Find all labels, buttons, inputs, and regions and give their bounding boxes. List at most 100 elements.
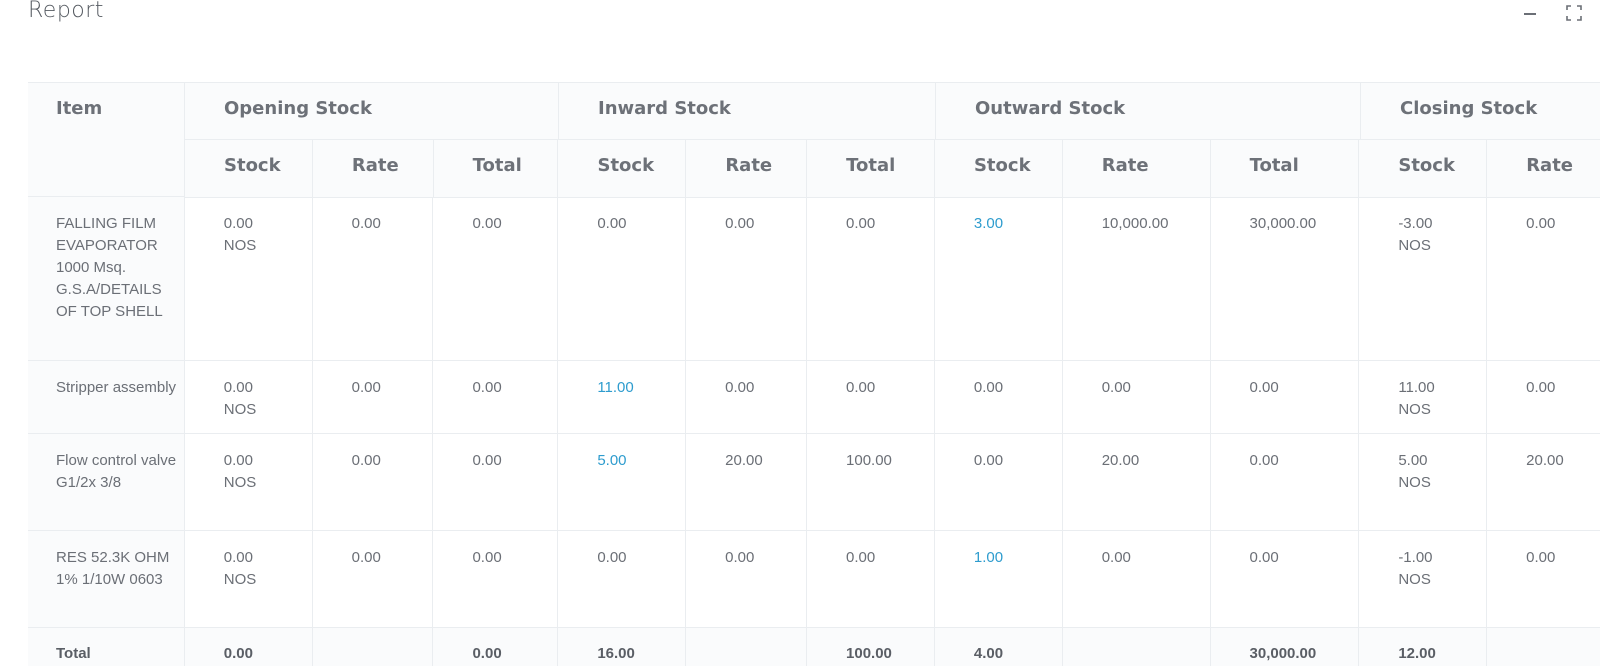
stock-value: 0.00 [223,452,253,469]
col-label: Rate [1101,155,1149,176]
stock-unit: NOS [223,571,257,588]
col-label: Total [1249,155,1299,176]
group-label: Inward Stock [598,98,731,119]
col-closing-rate[interactable]: Rate [1487,140,1600,197]
inward-rate-cell: 0.00 [686,361,808,433]
outward-stock-cell: 0.00 [935,361,1063,433]
totals-row: Total 0.00 0.00 16.00 100.00 4.00 30,000… [28,628,1600,666]
table-row[interactable]: FALLING FILM EVAPORATOR 1000 Msq. G.S.A/… [28,196,1600,361]
group-label: Opening Stock [224,98,372,119]
inward-stock-cell: 0.00 [558,197,687,360]
report-table: Item Opening Stock Inward Stock Outward … [28,82,1600,666]
inward-stock-cell: 5.00 [558,434,687,530]
closing-stock-cell: -3.00 NOS [1359,197,1488,360]
opening-rate-cell: 0.00 [313,197,434,360]
col-closing-stock[interactable]: Stock [1359,140,1488,197]
header-item: Item [28,83,185,196]
stock-unit: NOS [223,474,257,491]
stock-value: 11.00 [1398,379,1435,396]
closing-rate-cell: 0.00 [1487,361,1600,433]
stock-unit: NOS [1398,571,1431,588]
closing-rate-cell: 0.00 [1487,197,1600,360]
total-inward-rate [686,628,808,666]
item-name: Flow control valve G1/2x 3/8 [28,434,185,530]
report-table-viewport[interactable]: Item Opening Stock Inward Stock Outward … [28,82,1600,666]
inward-rate-cell: 0.00 [686,197,808,360]
opening-rate-cell: 0.00 [313,361,434,433]
col-label: Stock [597,155,655,176]
item-name: FALLING FILM EVAPORATOR 1000 Msq. G.S.A/… [28,197,185,360]
col-opening-total[interactable]: Total [434,140,559,197]
total-outward-total: 30,000.00 [1211,628,1360,666]
table-row[interactable]: Stripper assembly 0.00 NOS 0.00 0.00 11.0… [28,361,1600,434]
header-item-label: Item [56,98,103,119]
stock-value: -1.00 [1398,549,1433,566]
col-label: Stock [973,155,1031,176]
outward-total-cell: 30,000.00 [1211,197,1360,360]
col-label: Stock [1398,155,1455,176]
stock-unit: NOS [1398,401,1431,418]
inward-total-cell: 100.00 [807,434,935,530]
outward-rate-cell: 20.00 [1063,434,1211,530]
outward-stock-cell: 0.00 [935,434,1063,530]
table-row[interactable]: Flow control valve G1/2x 3/8 0.00 NOS 0.0… [28,434,1600,531]
outward-rate-cell: 0.00 [1063,361,1211,433]
inward-stock-cell: 0.00 [558,531,687,627]
col-outward-stock[interactable]: Stock [935,140,1063,197]
stock-value: 0.00 [223,215,253,232]
opening-stock-cell: 0.00 NOS [185,361,313,433]
group-opening-stock: Opening Stock [185,83,559,139]
total-outward-stock: 4.00 [935,628,1063,666]
stock-value: 0.00 [223,549,253,566]
total-inward-stock: 16.00 [558,628,687,666]
col-opening-rate[interactable]: Rate [313,140,434,197]
stock-unit: NOS [1398,474,1431,491]
outward-stock-link[interactable]: 1.00 [974,549,1003,566]
item-name: RES 52.3K OHM 1% 1/10W 0603 [28,531,185,627]
totals-label: Total [28,628,185,666]
col-label: Total [846,155,896,176]
group-label: Closing Stock [1400,98,1538,119]
opening-total-cell: 0.00 [433,197,559,360]
stock-unit: NOS [1398,237,1431,254]
inward-rate-cell: 20.00 [686,434,808,530]
opening-total-cell: 0.00 [433,434,559,530]
item-name: Stripper assembly [28,361,185,433]
page-title: Report [28,0,104,23]
col-inward-rate[interactable]: Rate [686,140,808,197]
stock-unit: NOS [223,401,257,418]
opening-stock-cell: 0.00 NOS [185,531,313,627]
col-inward-total[interactable]: Total [807,140,935,197]
outward-stock-cell: 1.00 [935,531,1063,627]
table-row[interactable]: RES 52.3K OHM 1% 1/10W 0603 0.00 NOS 0.00… [28,531,1600,628]
col-outward-rate[interactable]: Rate [1063,140,1211,197]
col-inward-stock[interactable]: Stock [558,140,687,197]
closing-rate-cell: 0.00 [1487,531,1600,627]
col-outward-total[interactable]: Total [1211,140,1360,197]
total-opening-stock: 0.00 [185,628,313,666]
col-opening-stock[interactable]: Stock [185,140,313,197]
table-header: Item Opening Stock Inward Stock Outward … [28,83,1600,198]
group-closing-stock: Closing Stock [1361,83,1600,139]
outward-rate-cell: 10,000.00 [1063,197,1211,360]
stock-value: 0.00 [223,379,253,396]
group-label: Outward Stock [975,98,1126,119]
minimize-icon[interactable] [1521,4,1539,22]
inward-total-cell: 0.00 [807,197,935,360]
sub-header-row: Stock Rate Total Stock Rate Total Stock … [185,139,1600,198]
stock-value: 5.00 [1398,452,1428,469]
outward-stock-link[interactable]: 3.00 [974,215,1003,232]
inward-stock-link[interactable]: 11.00 [597,379,633,396]
inward-stock-link[interactable]: 5.00 [597,452,626,469]
closing-stock-cell: 11.00 NOS [1359,361,1488,433]
outward-total-cell: 0.00 [1211,361,1360,433]
total-inward-total: 100.00 [807,628,935,666]
fullscreen-icon[interactable] [1565,4,1583,22]
group-inward-stock: Inward Stock [559,83,936,139]
opening-rate-cell: 0.00 [313,531,434,627]
inward-total-cell: 0.00 [807,531,935,627]
total-opening-rate [313,628,434,666]
col-label: Total [472,155,522,176]
opening-stock-cell: 0.00 NOS [185,434,313,530]
inward-stock-cell: 11.00 [558,361,687,433]
